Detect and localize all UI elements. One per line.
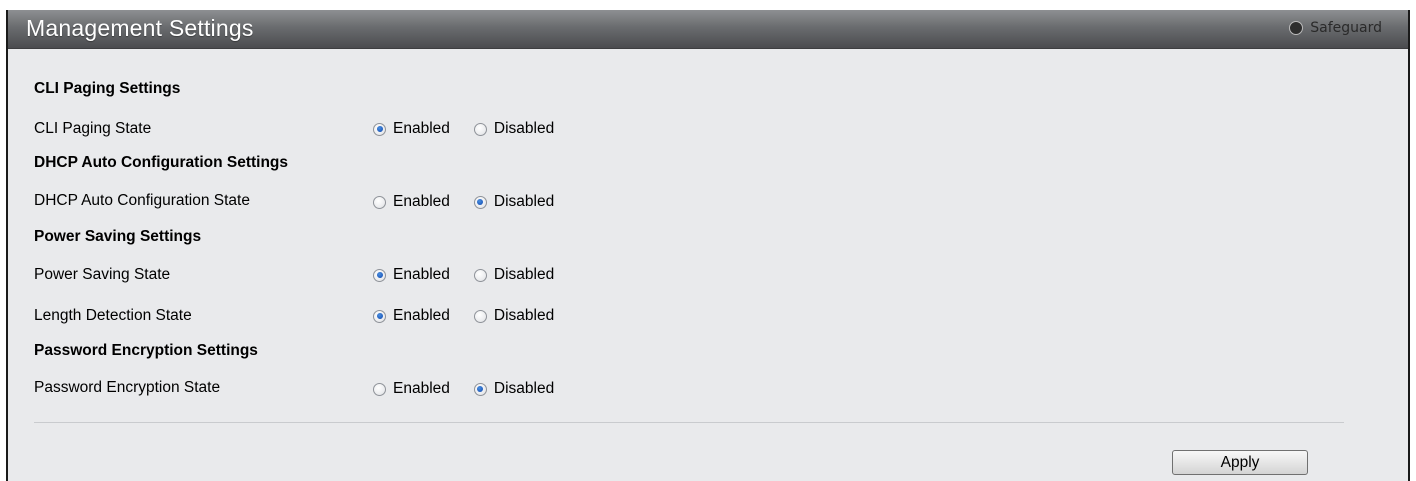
- apply-button[interactable]: Apply: [1172, 450, 1308, 475]
- section-heading-password-encryption: Password Encryption Settings: [34, 342, 258, 359]
- section-heading-cli-paging: CLI Paging Settings: [34, 80, 181, 97]
- dhcp-auto-config-disabled-radio[interactable]: [473, 195, 487, 209]
- cli-paging-state-radio-group: Enabled Disabled: [373, 120, 554, 138]
- dhcp-auto-config-enabled-label: Enabled: [393, 193, 450, 210]
- power-saving-disabled-radio[interactable]: [473, 268, 487, 282]
- cli-paging-disabled-option[interactable]: Disabled: [473, 120, 555, 138]
- cli-paging-disabled-radio[interactable]: [473, 122, 487, 136]
- length-detection-disabled-label: Disabled: [493, 307, 555, 324]
- power-saving-enabled-radio[interactable]: [373, 268, 386, 282]
- management-settings-panel: Management Settings Safeguard CLI Paging…: [6, 10, 1410, 481]
- length-detection-enabled-option[interactable]: Enabled: [373, 307, 450, 325]
- row-label-password-encryption-state: Password Encryption State: [34, 379, 221, 396]
- length-detection-state-radio-group: Enabled Disabled: [373, 307, 554, 325]
- row-label-cli-paging-state: CLI Paging State: [34, 120, 152, 137]
- cli-paging-enabled-option[interactable]: Enabled: [373, 120, 450, 138]
- power-saving-disabled-label: Disabled: [493, 266, 555, 283]
- safeguard-indicator: Safeguard: [1289, 20, 1382, 36]
- dhcp-auto-config-disabled-label: Disabled: [493, 193, 555, 210]
- cli-paging-disabled-label: Disabled: [493, 120, 555, 137]
- length-detection-disabled-option[interactable]: Disabled: [473, 307, 555, 325]
- power-saving-enabled-option[interactable]: Enabled: [373, 266, 450, 284]
- row-label-dhcp-auto-config-state: DHCP Auto Configuration State: [34, 192, 250, 209]
- safeguard-icon: [1289, 21, 1304, 35]
- password-encryption-state-radio-group: Enabled Disabled: [373, 380, 554, 398]
- password-encryption-enabled-label: Enabled: [393, 380, 450, 397]
- dhcp-auto-config-enabled-radio[interactable]: [373, 195, 386, 209]
- row-label-length-detection-state: Length Detection State: [34, 307, 192, 324]
- form-divider: [34, 422, 1344, 423]
- dhcp-auto-config-disabled-option[interactable]: Disabled: [473, 193, 555, 211]
- safeguard-label: Safeguard: [1310, 20, 1382, 36]
- password-encryption-disabled-radio[interactable]: [473, 382, 487, 396]
- power-saving-state-radio-group: Enabled Disabled: [373, 266, 554, 284]
- panel-title-bar: Management Settings Safeguard: [8, 10, 1408, 49]
- dhcp-auto-config-state-radio-group: Enabled Disabled: [373, 193, 554, 211]
- password-encryption-disabled-option[interactable]: Disabled: [473, 380, 555, 398]
- password-encryption-disabled-label: Disabled: [493, 380, 555, 397]
- password-encryption-enabled-radio[interactable]: [373, 382, 386, 396]
- length-detection-enabled-radio[interactable]: [373, 309, 386, 323]
- page-title: Management Settings: [26, 15, 254, 41]
- length-detection-disabled-radio[interactable]: [473, 309, 487, 323]
- cli-paging-enabled-radio[interactable]: [373, 122, 386, 136]
- cli-paging-enabled-label: Enabled: [393, 120, 450, 137]
- section-heading-power-saving: Power Saving Settings: [34, 228, 202, 245]
- section-heading-dhcp-auto-config: DHCP Auto Configuration Settings: [34, 154, 289, 171]
- length-detection-enabled-label: Enabled: [393, 307, 450, 324]
- row-label-power-saving-state: Power Saving State: [34, 266, 171, 283]
- power-saving-enabled-label: Enabled: [393, 266, 450, 283]
- dhcp-auto-config-enabled-option[interactable]: Enabled: [373, 193, 450, 211]
- power-saving-disabled-option[interactable]: Disabled: [473, 266, 555, 284]
- password-encryption-enabled-option[interactable]: Enabled: [373, 380, 450, 398]
